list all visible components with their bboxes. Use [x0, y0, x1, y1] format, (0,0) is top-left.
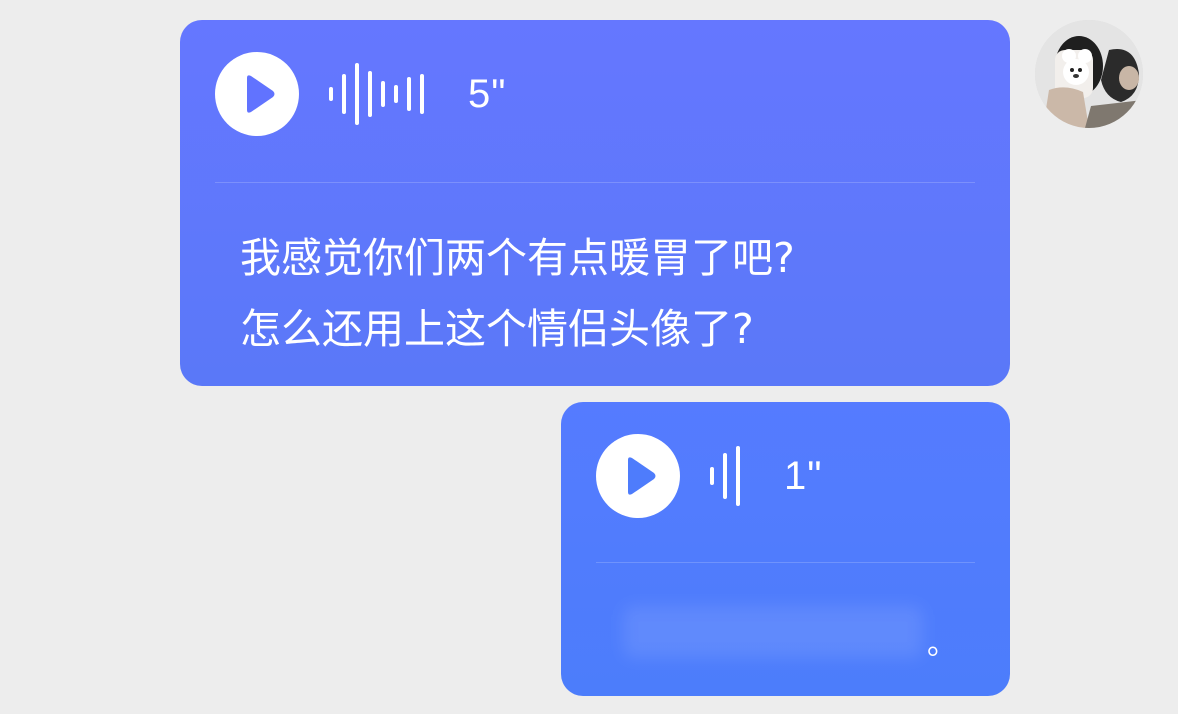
play-button[interactable] [215, 52, 299, 136]
transcript-end-mark: 。 [927, 627, 957, 662]
waveform-icon [710, 434, 740, 518]
divider [596, 562, 975, 563]
avatar[interactable] [1035, 20, 1143, 128]
voice-transcript: 我感觉你们两个有点暖胃了吧? 怎么还用上这个情侣头像了? [240, 234, 795, 353]
voice-player: 5" [215, 52, 506, 136]
waveform-bar [381, 81, 385, 107]
waveform-bar [329, 87, 333, 101]
play-button[interactable] [596, 434, 680, 518]
voice-message-bubble[interactable]: 1" 。 [561, 402, 1010, 696]
blurred-transcript [623, 606, 923, 658]
waveform-bar [710, 467, 714, 485]
waveform-bar [394, 85, 398, 103]
play-icon [247, 75, 275, 113]
avatar-image [1035, 20, 1143, 128]
waveform-bar [368, 71, 372, 117]
voice-duration: 5" [468, 71, 507, 116]
waveform-bar [407, 77, 411, 111]
waveform-bar [420, 74, 424, 114]
voice-duration: 1" [784, 453, 823, 498]
waveform-bar [342, 74, 346, 114]
waveform-bar [736, 446, 740, 506]
waveform-bar [355, 63, 359, 125]
voice-player: 1" [596, 434, 822, 518]
voice-message-bubble[interactable]: 5" 我感觉你们两个有点暖胃了吧? 怎么还用上这个情侣头像了? [180, 20, 1010, 386]
waveform-bar [723, 453, 727, 499]
waveform-icon [329, 52, 424, 136]
divider [215, 182, 975, 183]
play-icon [628, 457, 656, 495]
